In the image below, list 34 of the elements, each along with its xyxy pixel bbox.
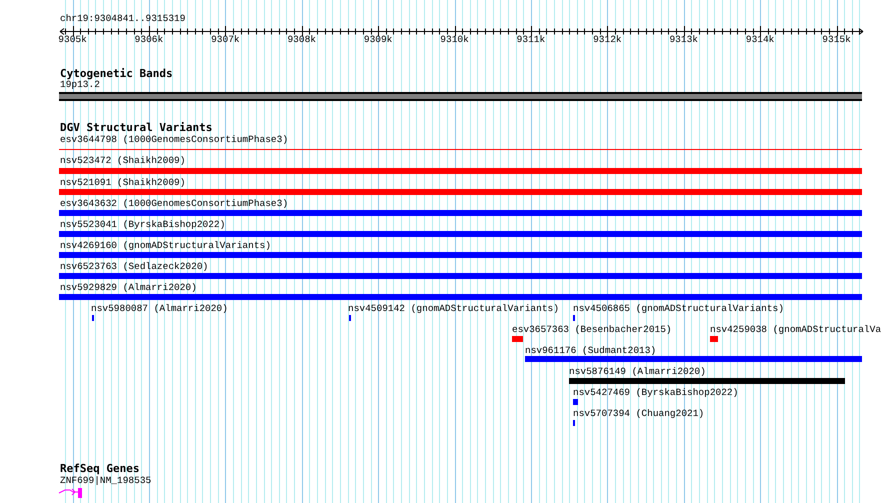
variant-label: nsv4509142 (gnomADStructuralVariants) — [348, 303, 559, 315]
variant-label: nsv5876149 (Almarri2020) — [569, 366, 706, 378]
tick-label: 9307k — [211, 34, 240, 46]
variant-label: nsv4269160 (gnomADStructuralVariants) — [60, 240, 271, 252]
variant-label: nsv521091 (Shaikh2009) — [60, 177, 186, 189]
variant-label: nsv5929829 (Almarri2020) — [60, 282, 197, 294]
variant-label: nsv961176 (Sudmant2013) — [525, 345, 656, 357]
tick-label: 9310k — [440, 34, 469, 46]
variant-label: nsv5707394 (Chuang2021) — [573, 408, 704, 420]
tick-label: 9313k — [669, 34, 698, 46]
variant-label: esv3643632 (1000GenomesConsortiumPhase3) — [60, 198, 288, 210]
tick-label: 9308k — [287, 34, 316, 46]
region-label: chr19:9304841..9315319 — [60, 13, 186, 25]
gene-label: ZNF699|NM_198535 — [60, 475, 152, 487]
tick-label: 9312k — [593, 34, 622, 46]
variant-label: nsv4259038 (gnomADStructuralVa — [710, 324, 882, 336]
band-label: 19p13.2 — [60, 79, 100, 91]
track-title: RefSeq Genes — [60, 463, 140, 475]
track-title: DGV Structural Variants — [60, 122, 212, 134]
variant-label: nsv6523763 (Sedlazeck2020) — [60, 261, 208, 273]
variant-label: nsv4506865 (gnomADStructuralVariants) — [573, 303, 784, 315]
tick-label: 9315k — [822, 34, 851, 46]
track-title: Cytogenetic Bands — [60, 68, 173, 80]
variant-label: nsv523472 (Shaikh2009) — [60, 155, 186, 167]
tick-label: 9305k — [58, 34, 87, 46]
tick-label: 9311k — [516, 34, 546, 46]
variant-label: nsv5980087 (Almarri2020) — [91, 303, 228, 315]
variant-label: nsv5523041 (ByrskaBishop2022) — [60, 219, 226, 231]
variant-label: esv3644798 (1000GenomesConsortiumPhase3) — [60, 134, 288, 146]
tick-label: 9314k — [746, 34, 774, 46]
variant-label: nsv5427469 (ByrskaBishop2022) — [573, 387, 738, 399]
variant-label: esv3657363 (Besenbacher2015) — [512, 324, 672, 336]
tick-label: 9306k — [134, 34, 164, 46]
tick-label: 9309k — [364, 34, 392, 46]
